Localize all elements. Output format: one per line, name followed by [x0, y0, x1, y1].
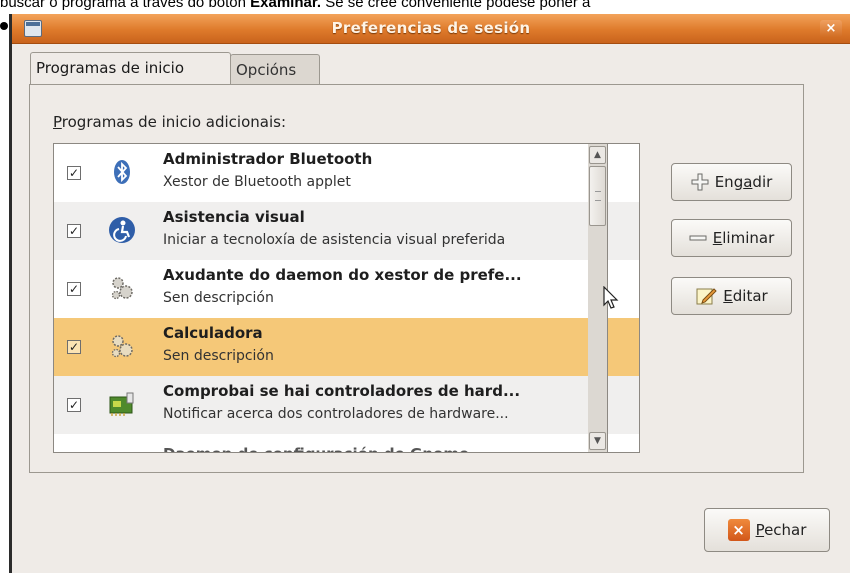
- close-icon: ×: [727, 519, 750, 541]
- program-description: Xestor de Bluetooth applet: [163, 174, 351, 190]
- remove-button[interactable]: Eliminar: [671, 219, 792, 257]
- accessibility-icon: [109, 217, 135, 243]
- scroll-up-button[interactable]: ▲: [589, 146, 606, 164]
- enabled-checkbox[interactable]: ✓: [67, 340, 81, 354]
- plus-icon: [691, 173, 709, 191]
- edit-icon: [696, 288, 717, 305]
- edit-button-label: Editar: [723, 287, 768, 305]
- list-item[interactable]: ✓ Calculadora Sen descripción: [54, 318, 639, 376]
- program-name: Asistencia visual: [163, 208, 305, 226]
- program-name: Axudante do daemon do xestor de prefe...: [163, 266, 522, 284]
- scroll-down-button[interactable]: ▼: [589, 432, 606, 450]
- list-item[interactable]: ✓ Administrador Bluetooth Xestor de Blue…: [54, 144, 639, 202]
- program-name: Daemon de configuración de Gnome: [163, 445, 469, 452]
- document-text-line: buscar o programa a través do botón Exam…: [0, 0, 591, 11]
- program-name: Administrador Bluetooth: [163, 150, 373, 168]
- program-description: Iniciar a tecnoloxía de asistencia visua…: [163, 232, 506, 248]
- window-close-button[interactable]: ×: [820, 20, 842, 38]
- enabled-checkbox[interactable]: ✓: [67, 224, 81, 238]
- enabled-checkbox[interactable]: ✓: [67, 166, 81, 180]
- close-dialog-button[interactable]: × Pechar: [704, 508, 830, 552]
- window-titlebar[interactable]: Preferencias de sesión ×: [12, 14, 850, 44]
- bluetooth-icon: [114, 160, 130, 184]
- list-bullet: [0, 22, 8, 30]
- edit-button[interactable]: Editar: [671, 277, 792, 315]
- list-item[interactable]: ✓ Asistencia visual Iniciar a tecnoloxía…: [54, 202, 639, 260]
- program-name: Calculadora: [163, 324, 263, 342]
- list-item[interactable]: Daemon de configuración de Gnome: [54, 444, 639, 452]
- list-item[interactable]: ✓ Comprobai se hai controladores de hard…: [54, 376, 639, 434]
- hardware-card-icon: [109, 392, 134, 416]
- program-name: Comprobai se hai controladores de hard..…: [163, 382, 521, 400]
- add-button[interactable]: Engadir: [671, 163, 792, 201]
- tab-options[interactable]: Opcións: [230, 54, 320, 84]
- program-description: Sen descripción: [163, 290, 274, 306]
- close-button-label: Pechar: [755, 521, 807, 539]
- enabled-checkbox[interactable]: ✓: [67, 398, 81, 412]
- tab-startup-programs[interactable]: Programas de inicio: [30, 52, 231, 84]
- list-item[interactable]: ✓ Axudante do daemon do xestor de prefe.…: [54, 260, 639, 318]
- startup-programs-list[interactable]: ✓ Administrador Bluetooth Xestor de Blue…: [53, 143, 640, 453]
- mouse-cursor-icon: [603, 286, 619, 309]
- window-title: Preferencias de sesión: [331, 19, 531, 37]
- gears-icon: [111, 335, 133, 358]
- program-description: Sen descripción: [163, 348, 274, 364]
- startup-programs-label: Programas de inicio adicionais:: [53, 113, 287, 131]
- scrollbar-thumb[interactable]: [589, 166, 606, 226]
- remove-button-label: Eliminar: [712, 229, 775, 247]
- add-button-label: Engadir: [714, 173, 773, 191]
- minus-icon: [689, 235, 707, 241]
- gears-icon: [111, 277, 133, 300]
- enabled-checkbox[interactable]: ✓: [67, 282, 81, 296]
- program-description: Notificar acerca dos controladores de ha…: [163, 406, 509, 422]
